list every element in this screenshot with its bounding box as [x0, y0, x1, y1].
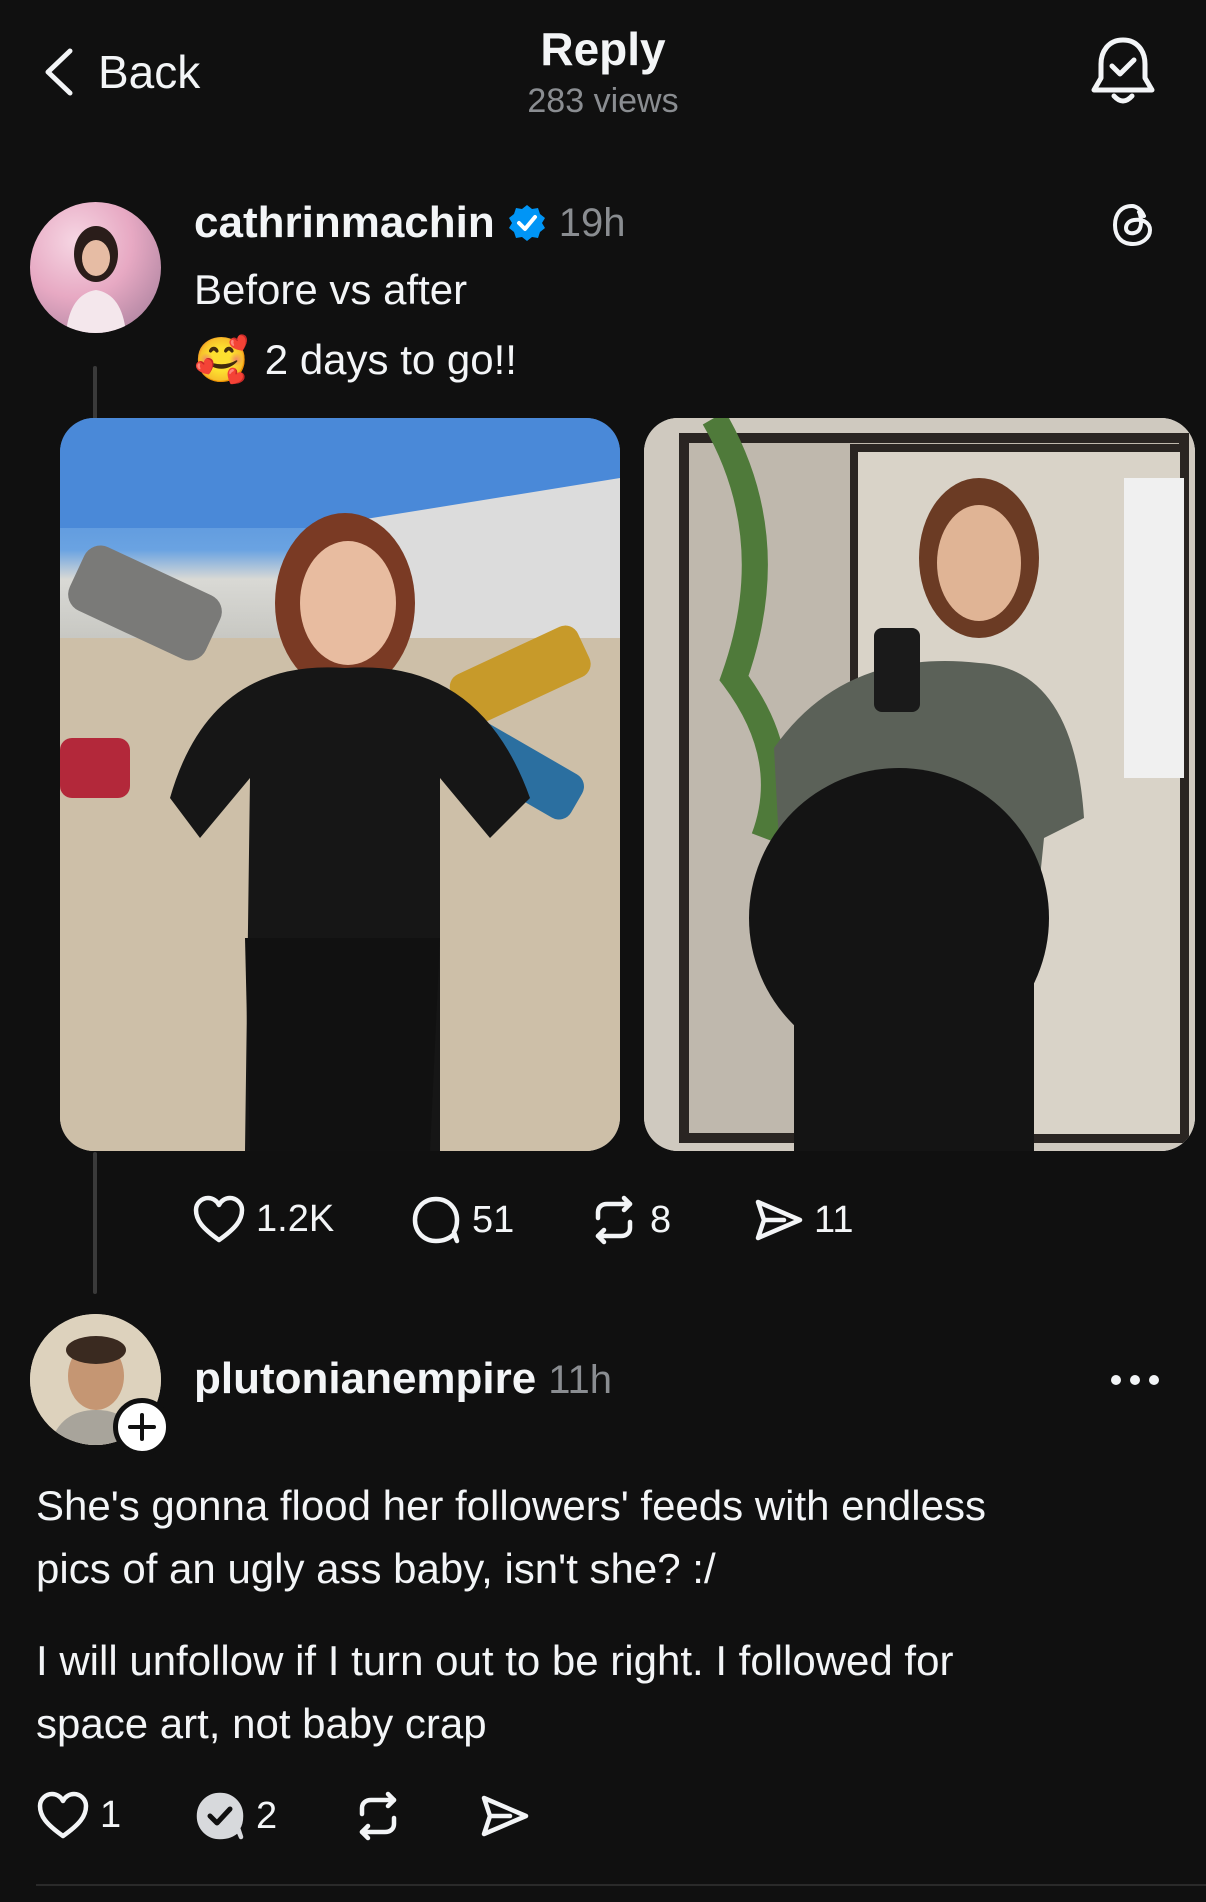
reply-comment-button[interactable]: 2: [194, 1790, 277, 1842]
reply-username[interactable]: plutonianempire: [194, 1354, 536, 1404]
post-text-line1: Before vs after: [194, 266, 468, 313]
plus-icon: [128, 1413, 156, 1441]
more-icon: [1111, 1375, 1159, 1385]
view-count: 283 views: [527, 82, 679, 120]
comment-icon: [412, 1196, 460, 1244]
post-image-before[interactable]: [60, 418, 620, 1151]
like-count: 1.2K: [256, 1197, 335, 1240]
follow-button[interactable]: [113, 1398, 171, 1456]
profile-photo: [66, 226, 126, 333]
comment-check-icon: [196, 1792, 244, 1840]
share-count: 11: [814, 1198, 854, 1241]
after-photo: [644, 418, 1195, 1151]
post-image-after[interactable]: [644, 418, 1195, 1151]
bell-check-icon: [1091, 37, 1155, 104]
page-title: Reply: [540, 23, 666, 75]
send-icon: [755, 1199, 803, 1241]
thread-line: [93, 366, 97, 420]
notification-bell-button[interactable]: [1090, 34, 1156, 108]
post-username[interactable]: cathrinmachin: [194, 198, 495, 248]
heart-icon: [37, 1791, 89, 1839]
post-text-line2: 2 days to go!!: [264, 336, 517, 383]
more-options-button[interactable]: [1108, 1362, 1162, 1398]
comment-count: 51: [472, 1198, 515, 1241]
reply-share-button[interactable]: [478, 1790, 530, 1842]
reply-comment-count: 2: [256, 1794, 278, 1837]
comment-button[interactable]: 51: [410, 1194, 514, 1246]
avatar[interactable]: [30, 202, 161, 333]
reply-text-line: space art, not baby crap: [36, 1700, 487, 1747]
reply-like-count: 1: [100, 1793, 122, 1836]
repost-icon: [595, 1195, 633, 1245]
reply-repost-button[interactable]: [352, 1790, 404, 1842]
heart-icon: [193, 1195, 245, 1243]
repost-icon: [359, 1791, 397, 1841]
before-photo: [60, 418, 620, 1151]
like-button[interactable]: 1.2K: [192, 1194, 334, 1244]
reply-text-line: pics of an ugly ass baby, isn't she? :/: [36, 1545, 716, 1592]
share-button[interactable]: 11: [752, 1194, 853, 1246]
post-time: 19h: [558, 200, 626, 245]
repost-button[interactable]: 8: [588, 1194, 671, 1246]
smiling-hearts-emoji: 🥰: [194, 336, 249, 385]
verified-badge-icon: [508, 205, 545, 241]
threads-logo-icon: [1112, 203, 1153, 247]
repost-count: 8: [650, 1198, 672, 1241]
send-icon: [481, 1795, 529, 1837]
reply-text-line: I will unfollow if I turn out to be righ…: [36, 1637, 954, 1684]
threads-logo-button[interactable]: [1108, 200, 1158, 250]
reply-text-line: She's gonna flood her followers' feeds w…: [36, 1482, 986, 1529]
reply-time: 11h: [548, 1358, 613, 1402]
thread-line: [93, 1152, 97, 1294]
reply-like-button[interactable]: 1: [36, 1790, 121, 1840]
divider: [36, 1884, 1206, 1886]
